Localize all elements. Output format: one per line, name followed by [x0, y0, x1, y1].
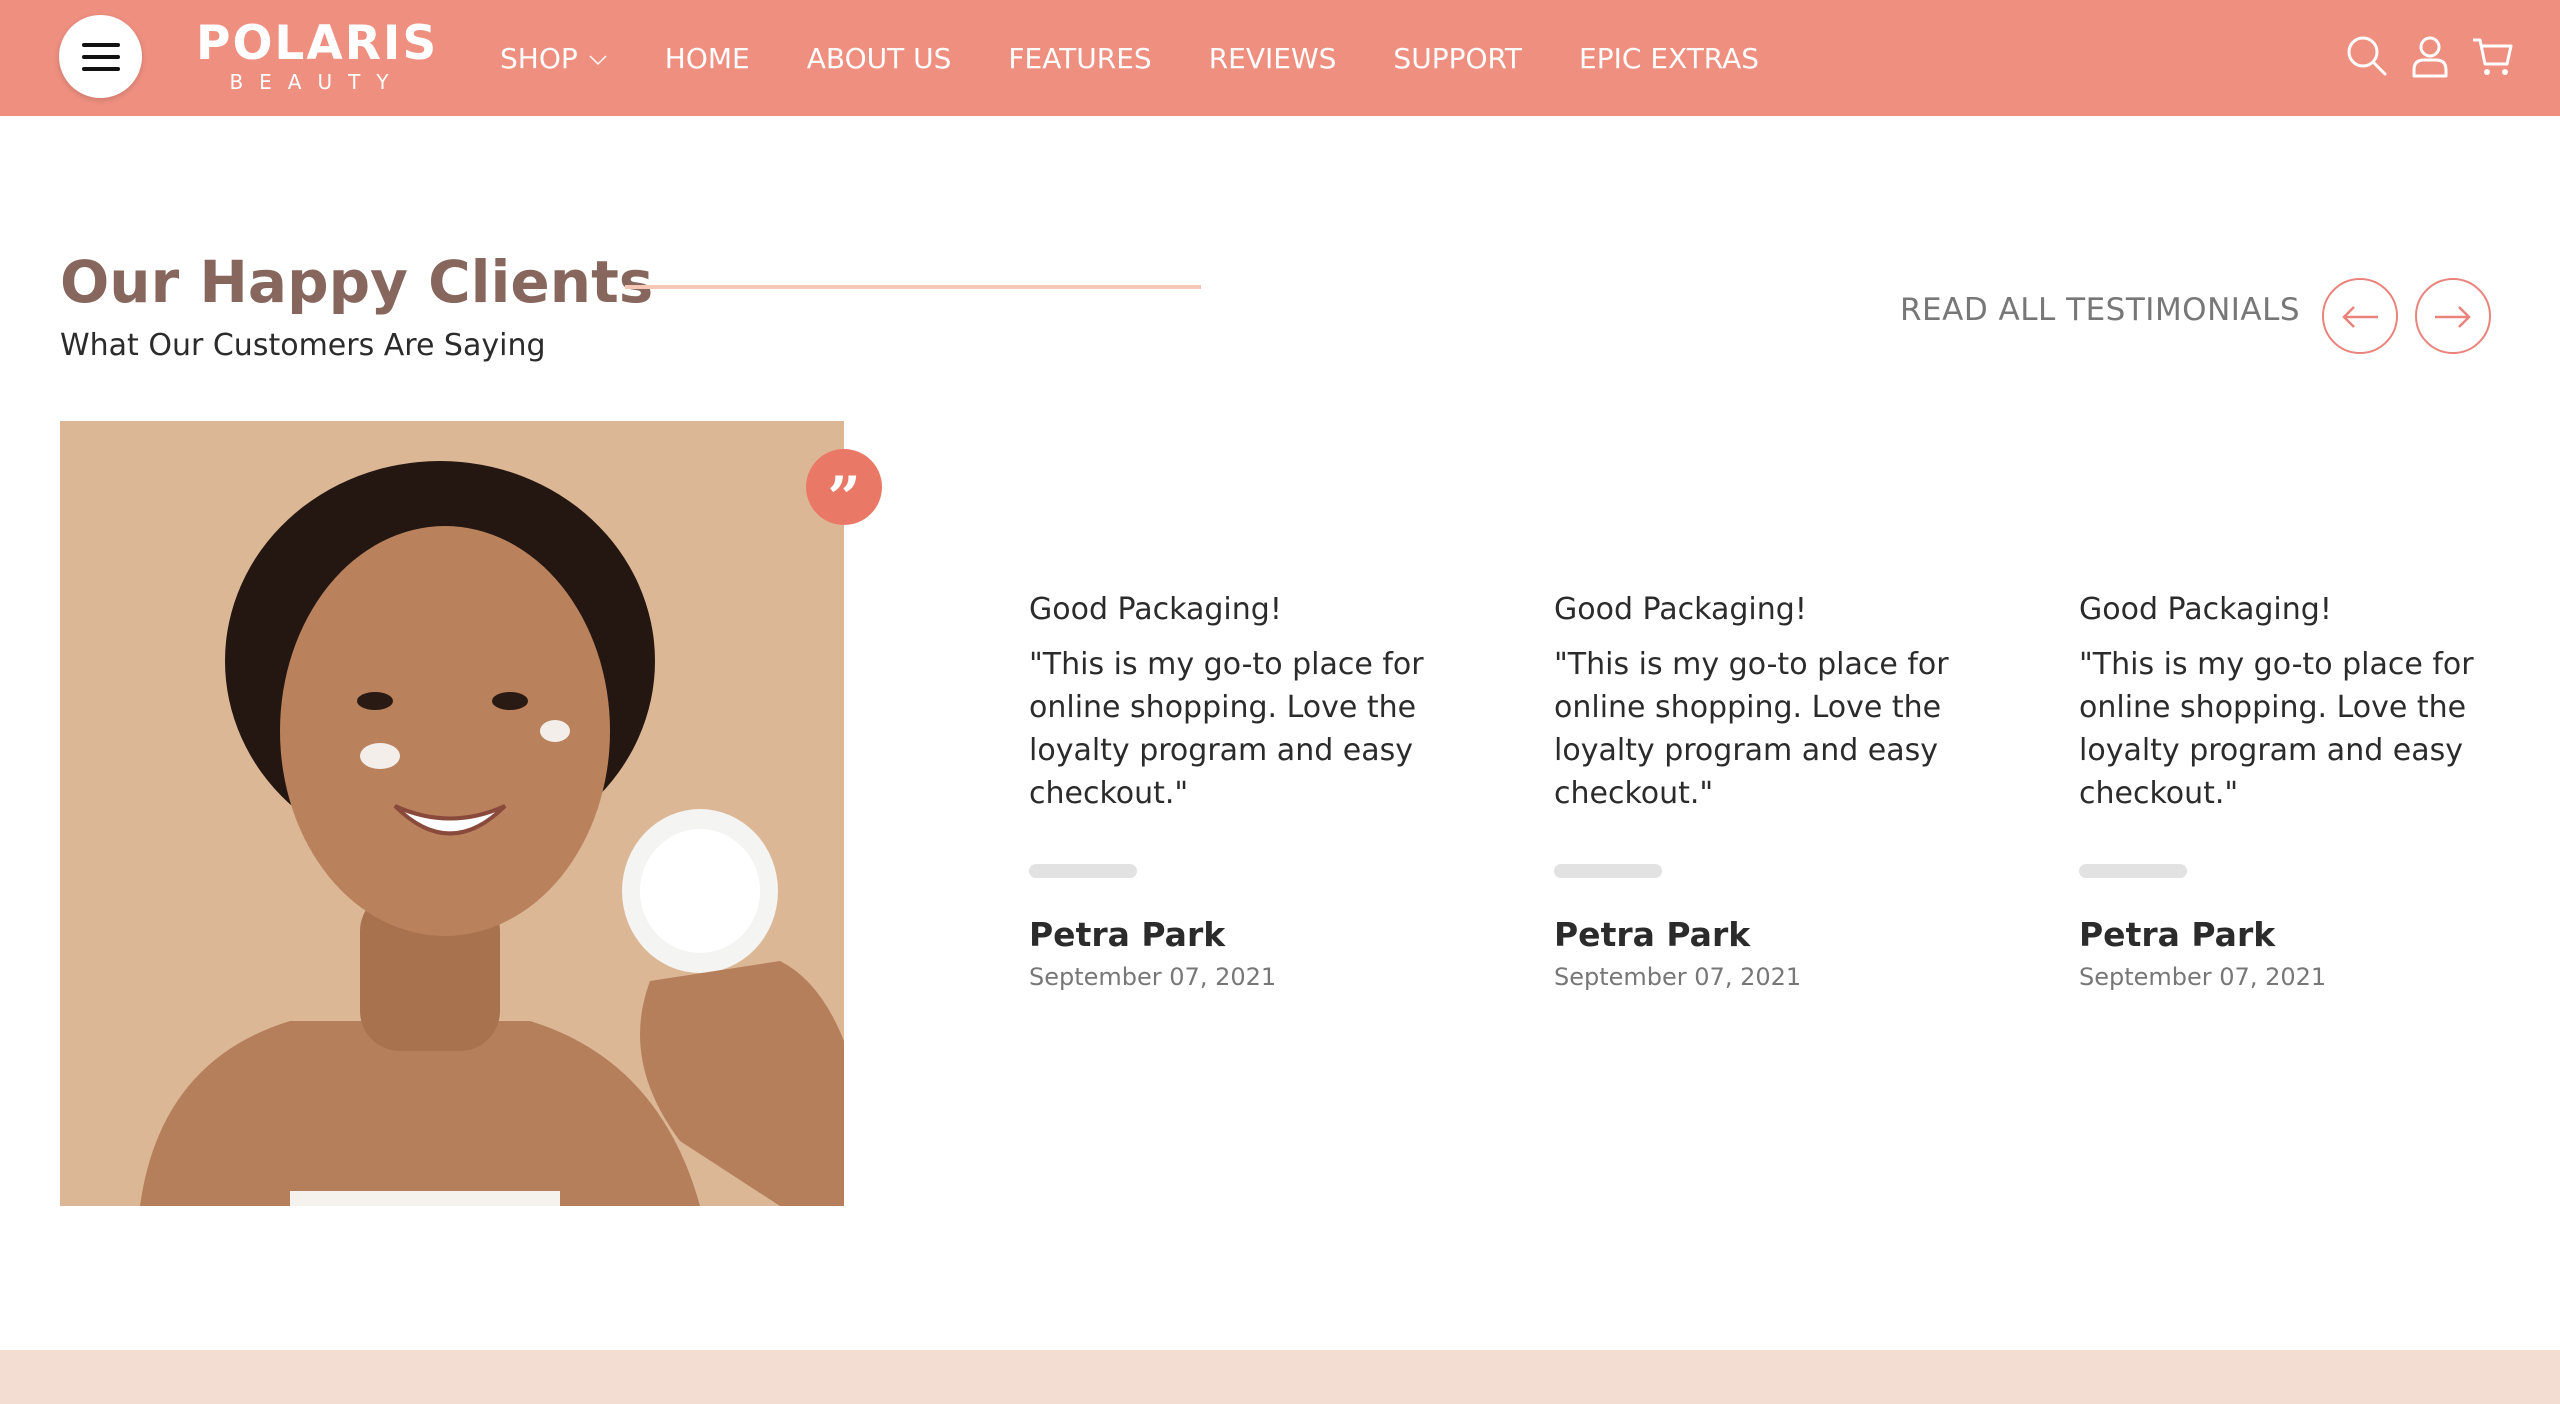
menu-button[interactable] — [59, 15, 142, 98]
client-photo — [60, 421, 844, 1206]
nav-item-label: EPIC EXTRAS — [1579, 41, 1760, 75]
logo-main-text: POLARIS — [196, 16, 439, 71]
section-title: Our Happy Clients — [60, 248, 654, 316]
nav-item-home[interactable]: HOME — [665, 42, 750, 75]
search-icon — [2347, 36, 2387, 76]
testimonial-card: Good Packaging! "This is my go-to place … — [1554, 588, 1954, 991]
nav-item-label: ABOUT US — [806, 41, 952, 75]
testimonial-title: Good Packaging! — [2079, 592, 2332, 627]
rating-placeholder-bar — [1554, 864, 1662, 878]
title-divider — [625, 285, 1201, 289]
next-button[interactable] — [2415, 278, 2491, 354]
quote-icon: ” — [806, 449, 882, 532]
testimonial-text: "This is my go-to place for online shopp… — [2079, 647, 2474, 811]
testimonial-title: Good Packaging! — [1029, 592, 1282, 627]
nav-item-shop[interactable]: SHOP — [500, 42, 608, 75]
user-icon — [2412, 36, 2448, 78]
nav-item-label: REVIEWS — [1208, 41, 1337, 75]
nav-item-about-us[interactable]: ABOUT US — [807, 42, 952, 75]
testimonial-date: September 07, 2021 — [1554, 963, 1802, 991]
nav-item-label: SUPPORT — [1393, 41, 1523, 75]
nav-item-label: HOME — [664, 41, 750, 75]
testimonial-card: Good Packaging! "This is my go-to place … — [1029, 588, 1429, 991]
nav-item-reviews[interactable]: REVIEWS — [1209, 42, 1337, 75]
arrow-left-icon — [2342, 306, 2378, 328]
nav-item-support[interactable]: SUPPORT — [1393, 42, 1522, 75]
testimonial-author: Petra Park — [1554, 915, 1751, 954]
main-nav: SHOP HOME ABOUT US FEATURES REVIEWS SUPP… — [500, 34, 1816, 82]
rating-placeholder-bar — [1029, 864, 1137, 878]
nav-item-label: SHOP — [500, 41, 578, 75]
testimonial-date: September 07, 2021 — [2079, 963, 2327, 991]
testimonial-text: "This is my go-to place for online shopp… — [1029, 647, 1424, 811]
nav-item-epic-extras[interactable]: EPIC EXTRAS — [1579, 42, 1759, 75]
testimonial-author: Petra Park — [1029, 915, 1226, 954]
testimonial-author: Petra Park — [2079, 915, 2276, 954]
menu-icon — [82, 43, 120, 71]
nav-item-label: FEATURES — [1008, 41, 1152, 75]
nav-item-features[interactable]: FEATURES — [1008, 42, 1151, 75]
cart-icon — [2473, 38, 2513, 75]
account-button[interactable] — [2408, 34, 2452, 78]
section-subtitle: What Our Customers Are Saying — [60, 328, 546, 363]
arrow-right-icon — [2435, 306, 2471, 328]
testimonial-title: Good Packaging! — [1554, 592, 1807, 627]
woman-portrait-image — [60, 421, 844, 1206]
cart-button[interactable] — [2471, 34, 2515, 78]
search-button[interactable] — [2345, 34, 2389, 78]
prev-button[interactable] — [2322, 278, 2398, 354]
site-header: POLARIS BEAUTY SHOP HOME ABOUT US FEATUR… — [0, 0, 2560, 116]
chevron-down-icon — [589, 55, 607, 66]
logo-sub-text: BEAUTY — [229, 70, 405, 94]
testimonial-text: "This is my go-to place for online shopp… — [1554, 647, 1949, 811]
rating-placeholder-bar — [2079, 864, 2187, 878]
read-all-testimonials-link[interactable]: READ ALL TESTIMONIALS — [1900, 292, 2300, 328]
testimonial-card: Good Packaging! "This is my go-to place … — [2079, 588, 2479, 991]
footer-band — [0, 1350, 2560, 1404]
brand-logo[interactable]: POLARIS BEAUTY — [196, 16, 439, 96]
testimonial-date: September 07, 2021 — [1029, 963, 1277, 991]
